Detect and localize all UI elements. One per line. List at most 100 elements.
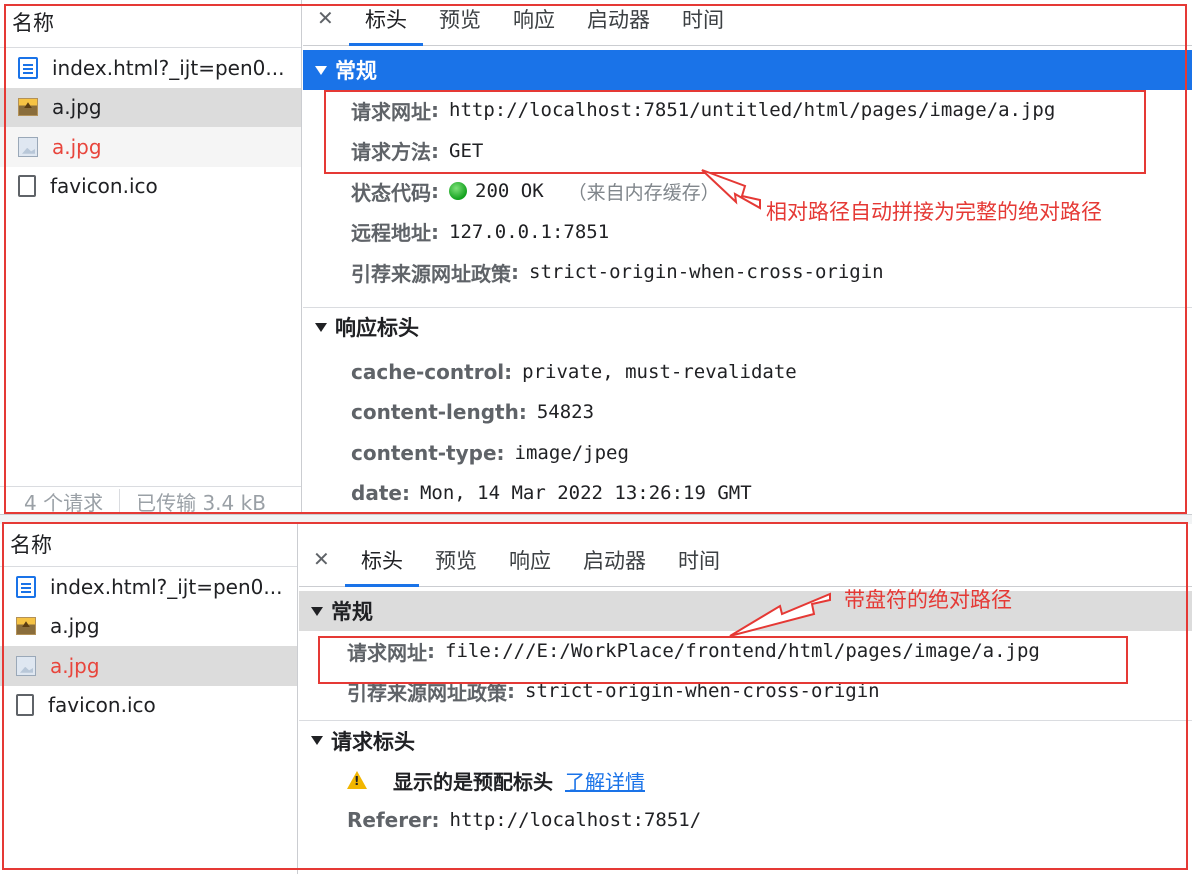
- header-value: 127.0.0.1:7851: [449, 220, 610, 243]
- status-ok-icon: [449, 182, 467, 201]
- devtools-network-panel-top: 名称 index.html?_ijt=pen0... a.jpg a.jpg f…: [0, 0, 1192, 516]
- detail-tabs: 标头 预览 响应 启动器 时间: [349, 6, 740, 46]
- request-list: 名称 index.html?_ijt=pen0... a.jpg a.jpg f…: [0, 0, 302, 516]
- request-row-a-jpg-failed[interactable]: a.jpg: [0, 127, 301, 167]
- header-row-content-type: content-type: image/jpeg: [351, 440, 629, 465]
- name-column-header[interactable]: 名称: [0, 524, 297, 567]
- request-name: favicon.ico: [50, 174, 158, 199]
- triangle-down-icon: [311, 736, 323, 745]
- header-row-referrer-policy: 引荐来源网址政策: strict-origin-when-cross-origi…: [303, 252, 1192, 293]
- image-icon: [16, 617, 36, 636]
- document-icon: [18, 56, 38, 79]
- header-value: http://localhost:7851/untitled/html/page…: [449, 99, 1056, 122]
- tab-response[interactable]: 响应: [497, 6, 571, 46]
- request-name: a.jpg: [50, 614, 100, 639]
- request-count: 4 个请求: [24, 491, 104, 515]
- tab-initiator[interactable]: 启动器: [571, 6, 666, 46]
- section-title: 请求标头: [331, 729, 415, 754]
- header-value: Mon, 14 Mar 2022 13:26:19 GMT: [419, 482, 752, 505]
- request-detail: ✕ 标头 预览 响应 启动器 时间 常规 请求网址: file:///E:/Wo…: [299, 524, 1192, 874]
- header-key: 引荐来源网址政策: [347, 680, 507, 705]
- section-response-headers[interactable]: 响应标头: [303, 306, 1192, 347]
- section-title: 常规: [331, 600, 373, 624]
- learn-more-link[interactable]: 了解详情: [565, 766, 645, 795]
- blank-file-icon: [16, 694, 34, 717]
- section-title: 常规: [335, 59, 377, 83]
- request-name: index.html?_ijt=pen0...: [50, 574, 283, 599]
- annotation-text-top: 相对路径自动拼接为完整的绝对路径: [766, 200, 1102, 224]
- tab-initiator[interactable]: 启动器: [567, 547, 662, 587]
- detail-tabbar: ✕ 标头 预览 响应 启动器 时间: [299, 524, 1192, 587]
- header-key: 状态代码: [351, 180, 431, 205]
- request-name: a.jpg: [52, 134, 102, 159]
- tab-preview[interactable]: 预览: [423, 6, 497, 46]
- header-value: GET: [449, 139, 484, 162]
- header-value: file:///E:/WorkPlace/frontend/html/pages…: [445, 640, 1040, 662]
- annotation-text-bottom: 带盘符的绝对路径: [844, 588, 1012, 612]
- request-row-a-jpg-failed[interactable]: a.jpg: [0, 646, 297, 686]
- warning-text: 显示的是预配标头: [393, 769, 553, 794]
- header-value: strict-origin-when-cross-origin: [525, 680, 880, 702]
- header-row-content-length: content-length: 54823: [351, 400, 595, 425]
- header-key: 请求网址: [351, 99, 431, 124]
- request-row-index-html[interactable]: index.html?_ijt=pen0...: [0, 567, 297, 607]
- section-title: 响应标头: [335, 316, 419, 340]
- name-column-header[interactable]: 名称: [0, 0, 301, 48]
- header-key: 远程地址: [351, 221, 431, 246]
- close-icon[interactable]: ✕: [313, 547, 330, 571]
- header-key: content-type: [351, 440, 497, 465]
- request-row-a-jpg[interactable]: a.jpg: [0, 607, 297, 647]
- tab-preview[interactable]: 预览: [419, 547, 493, 587]
- request-list: 名称 index.html?_ijt=pen0... a.jpg a.jpg f…: [0, 524, 298, 874]
- request-name: index.html?_ijt=pen0...: [52, 55, 285, 80]
- section-general[interactable]: 常规: [299, 591, 1192, 631]
- request-row-favicon[interactable]: favicon.ico: [0, 686, 297, 726]
- header-key: 引荐来源网址政策: [351, 261, 511, 286]
- request-row-a-jpg[interactable]: a.jpg: [0, 87, 301, 127]
- transferred-size: 已传输 3.4 kB: [136, 491, 266, 515]
- header-row-referrer-policy: 引荐来源网址政策: strict-origin-when-cross-origi…: [299, 671, 1192, 711]
- header-value: image/jpeg: [514, 441, 629, 464]
- tab-response[interactable]: 响应: [493, 547, 567, 587]
- header-row-cache-control: cache-control: private, must-revalidate: [351, 359, 797, 384]
- triangle-down-icon: [315, 322, 327, 332]
- header-value: strict-origin-when-cross-origin: [529, 261, 884, 284]
- close-icon[interactable]: ✕: [317, 6, 334, 30]
- section-general[interactable]: 常规: [303, 50, 1192, 90]
- request-name: a.jpg: [52, 95, 102, 120]
- header-row-request-url: 请求网址: file:///E:/WorkPlace/frontend/html…: [299, 631, 1192, 671]
- request-name: a.jpg: [50, 653, 100, 678]
- request-row-index-html[interactable]: index.html?_ijt=pen0...: [0, 48, 301, 88]
- header-row-referer: Referer: http://localhost:7851/: [347, 808, 702, 832]
- header-key: 请求网址: [347, 640, 427, 665]
- header-value: private, must-revalidate: [522, 360, 797, 383]
- request-detail: ✕ 标头 预览 响应 启动器 时间 常规 请求网址: http://localh…: [303, 0, 1192, 516]
- tab-timing[interactable]: 时间: [666, 6, 740, 46]
- triangle-down-icon: [311, 606, 323, 616]
- header-row-request-url: 请求网址: http://localhost:7851/untitled/htm…: [303, 90, 1192, 131]
- tab-headers[interactable]: 标头: [349, 6, 423, 46]
- header-value: 54823: [536, 401, 595, 424]
- header-key: 请求方法: [351, 140, 431, 165]
- request-name: favicon.ico: [48, 693, 156, 718]
- tab-headers[interactable]: 标头: [345, 547, 419, 587]
- header-key: content-length: [351, 400, 519, 425]
- cache-note: （来自内存缓存）: [567, 181, 720, 204]
- blank-file-icon: [18, 175, 36, 198]
- devtools-network-panel-bottom: 名称 index.html?_ijt=pen0... a.jpg a.jpg f…: [0, 524, 1192, 874]
- header-value: 200 OK: [475, 180, 544, 203]
- warning-icon: [347, 771, 367, 789]
- detail-tabs: 标头 预览 响应 启动器 时间: [345, 547, 736, 587]
- broken-image-icon: [18, 136, 38, 157]
- document-icon: [16, 575, 36, 598]
- footer-divider: [119, 488, 121, 515]
- header-row-date: date: Mon, 14 Mar 2022 13:26:19 GMT: [351, 481, 752, 506]
- request-row-favicon[interactable]: favicon.ico: [0, 167, 301, 207]
- header-key: Referer: [347, 808, 432, 832]
- header-row-request-method: 请求方法: GET: [303, 131, 1192, 172]
- header-key: cache-control: [351, 359, 505, 384]
- section-request-headers[interactable]: 请求标头: [299, 720, 1192, 760]
- tab-timing[interactable]: 时间: [662, 547, 736, 587]
- triangle-down-icon: [315, 65, 327, 75]
- provisional-headers-warning: 显示的是预配标头 了解详情: [299, 760, 1192, 800]
